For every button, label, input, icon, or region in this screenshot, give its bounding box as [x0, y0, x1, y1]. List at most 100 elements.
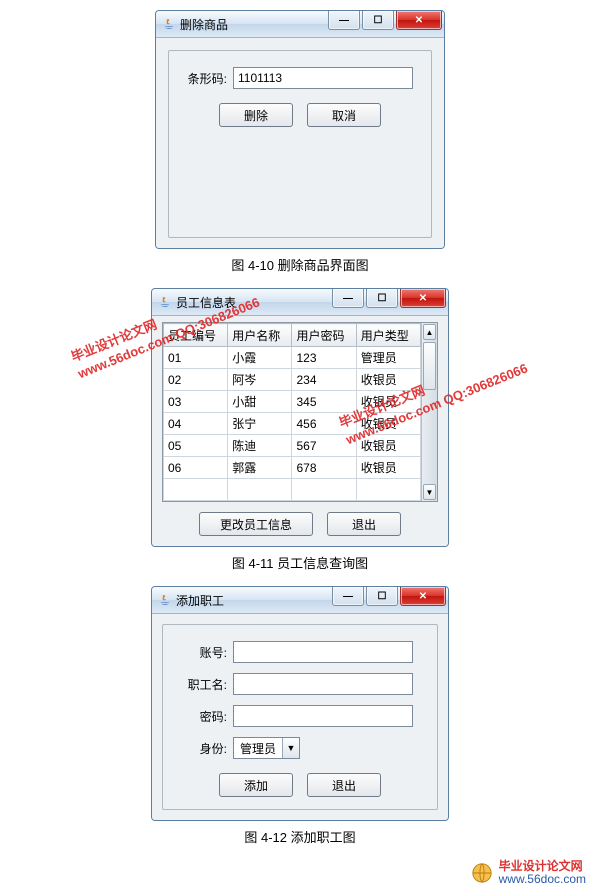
figure-caption-1: 图 4-10 删除商品界面图: [0, 255, 600, 274]
window-title: 添加职工: [176, 592, 224, 609]
cell-id: 05: [164, 435, 228, 457]
exit-button-label: 退出: [352, 516, 376, 533]
window-add-employee: 添加职工 — ☐ ✕ 账号: 职工名: 密码: 身份: 管理员 ▼: [151, 586, 449, 821]
java-icon: [158, 295, 172, 309]
cell-pwd: 234: [292, 369, 356, 391]
scroll-thumb[interactable]: [423, 342, 436, 390]
maximize-icon: ☐: [374, 15, 383, 26]
java-icon: [158, 593, 172, 607]
titlebar[interactable]: 添加职工 — ☐ ✕: [152, 587, 448, 614]
scroll-track[interactable]: [422, 341, 437, 483]
barcode-input[interactable]: [233, 67, 413, 89]
exit-button-label: 退出: [332, 777, 356, 794]
col-type[interactable]: 用户类型: [356, 324, 420, 347]
cell-type: 收银员: [356, 435, 420, 457]
cell-name: [228, 479, 292, 501]
scroll-up-button[interactable]: ▲: [423, 324, 436, 340]
modify-employee-label: 更改员工信息: [220, 516, 292, 533]
cell-pwd: 567: [292, 435, 356, 457]
cell-pwd: [292, 479, 356, 501]
cell-id: 02: [164, 369, 228, 391]
footer-brand: 毕业设计论文网 www.56doc.com: [0, 860, 600, 886]
figure-caption-3: 图 4-12 添加职工图: [0, 827, 600, 846]
close-icon: ✕: [419, 293, 427, 304]
table-row[interactable]: 02阿岑234收银员: [164, 369, 421, 391]
password-label: 密码:: [175, 708, 227, 725]
maximize-button[interactable]: ☐: [362, 11, 394, 30]
minimize-icon: —: [343, 591, 353, 602]
cell-name: 阿岑: [228, 369, 292, 391]
col-name[interactable]: 用户名称: [228, 324, 292, 347]
minimize-icon: —: [339, 15, 349, 26]
minimize-button[interactable]: —: [332, 587, 364, 606]
exit-button[interactable]: 退出: [327, 512, 401, 536]
cell-type: 管理员: [356, 347, 420, 369]
dropdown-button[interactable]: ▼: [282, 738, 299, 758]
close-button[interactable]: ✕: [400, 289, 446, 308]
add-button[interactable]: 添加: [219, 773, 293, 797]
cell-name: 陈迪: [228, 435, 292, 457]
minimize-icon: —: [343, 293, 353, 304]
cell-name: 小霞: [228, 347, 292, 369]
table-row[interactable]: [164, 479, 421, 501]
figure-caption-2: 图 4-11 员工信息查询图: [0, 553, 600, 572]
cell-id: 04: [164, 413, 228, 435]
close-icon: ✕: [419, 591, 427, 602]
name-input[interactable]: [233, 673, 413, 695]
cell-type: 收银员: [356, 369, 420, 391]
footer-brand-url: www.56doc.com: [499, 873, 586, 886]
cell-type: 收银员: [356, 457, 420, 479]
delete-button[interactable]: 删除: [219, 103, 293, 127]
maximize-button[interactable]: ☐: [366, 289, 398, 308]
account-label: 账号:: [175, 644, 227, 661]
window-delete-product: 删除商品 — ☐ ✕ 条形码: 删除 取消: [155, 10, 445, 249]
minimize-button[interactable]: —: [332, 289, 364, 308]
cancel-button[interactable]: 取消: [307, 103, 381, 127]
chevron-down-icon: ▼: [287, 743, 296, 753]
table-row[interactable]: 03小甜345收银员: [164, 391, 421, 413]
role-select[interactable]: 管理员 ▼: [233, 737, 300, 759]
cell-id: 06: [164, 457, 228, 479]
cell-type: 收银员: [356, 413, 420, 435]
table-row[interactable]: 05陈迪567收银员: [164, 435, 421, 457]
close-button[interactable]: ✕: [396, 11, 442, 30]
employee-table-container: 员工编号 用户名称 用户密码 用户类型 01小霞123管理员 02阿岑234收银…: [162, 322, 438, 502]
employee-table[interactable]: 员工编号 用户名称 用户密码 用户类型 01小霞123管理员 02阿岑234收银…: [163, 323, 421, 501]
window-title: 员工信息表: [176, 294, 236, 311]
name-label: 职工名:: [175, 676, 227, 693]
password-input[interactable]: [233, 705, 413, 727]
add-button-label: 添加: [244, 777, 268, 794]
col-id[interactable]: 员工编号: [164, 324, 228, 347]
cell-name: 郭露: [228, 457, 292, 479]
role-value: 管理员: [234, 740, 282, 757]
close-button[interactable]: ✕: [400, 587, 446, 606]
col-pwd[interactable]: 用户密码: [292, 324, 356, 347]
footer-brand-title: 毕业设计论文网: [499, 860, 586, 873]
vertical-scrollbar[interactable]: ▲ ▼: [421, 323, 437, 501]
cell-pwd: 456: [292, 413, 356, 435]
cancel-button-label: 取消: [332, 107, 356, 124]
cell-type: [356, 479, 420, 501]
table-row[interactable]: 01小霞123管理员: [164, 347, 421, 369]
titlebar[interactable]: 删除商品 — ☐ ✕: [156, 11, 444, 38]
maximize-button[interactable]: ☐: [366, 587, 398, 606]
cell-id: [164, 479, 228, 501]
delete-button-label: 删除: [244, 107, 268, 124]
modify-employee-button[interactable]: 更改员工信息: [199, 512, 313, 536]
header-row: 员工编号 用户名称 用户密码 用户类型: [164, 324, 421, 347]
cell-pwd: 345: [292, 391, 356, 413]
minimize-button[interactable]: —: [328, 11, 360, 30]
cell-name: 小甜: [228, 391, 292, 413]
titlebar[interactable]: 员工信息表 — ☐ ✕: [152, 289, 448, 316]
maximize-icon: ☐: [378, 293, 387, 304]
exit-button[interactable]: 退出: [307, 773, 381, 797]
globe-icon: [471, 862, 493, 884]
table-row[interactable]: 06郭露678收银员: [164, 457, 421, 479]
account-input[interactable]: [233, 641, 413, 663]
table-row[interactable]: 04张宁456收银员: [164, 413, 421, 435]
window-title: 删除商品: [180, 16, 228, 33]
cell-type: 收银员: [356, 391, 420, 413]
scroll-down-button[interactable]: ▼: [423, 484, 436, 500]
cell-id: 01: [164, 347, 228, 369]
barcode-label: 条形码:: [175, 70, 227, 87]
